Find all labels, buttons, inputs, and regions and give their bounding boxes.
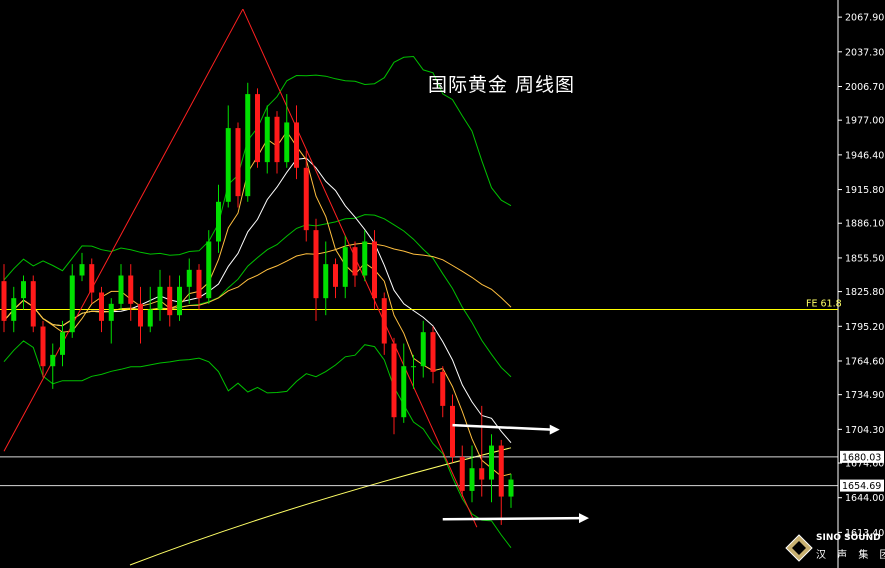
sino-sound-logo: SINO SOUND 汉 声 集 团 — [784, 531, 885, 565]
arrow-shaft — [442, 516, 582, 521]
candle-body — [440, 371, 446, 406]
ma-short — [3, 130, 512, 477]
y-tick-label: 1795.20 — [845, 322, 884, 333]
y-tick-label: 1764.60 — [845, 356, 884, 367]
y-tick-label: 1825.80 — [845, 287, 884, 298]
chart-title: 国际黄金 周线图 — [428, 74, 576, 96]
candle-body — [469, 468, 475, 491]
price-marker-label: 1654.69 — [842, 481, 881, 492]
y-tick-label: 1977.00 — [845, 116, 884, 127]
y-tick-label: 2067.90 — [845, 13, 884, 24]
candle-body — [508, 479, 514, 497]
candle-body — [479, 468, 485, 480]
fib-label: FE 61.8 — [806, 299, 842, 310]
candle-body — [245, 94, 251, 197]
candle-body — [420, 332, 426, 367]
candle-body — [430, 332, 436, 372]
candle-body — [333, 264, 338, 287]
candle-body — [411, 366, 416, 368]
candle-body — [99, 292, 104, 321]
ma-fast — [3, 157, 512, 444]
y-tick-label: 2037.30 — [845, 47, 884, 58]
y-tick-label: 1704.30 — [845, 425, 884, 436]
arrow-head — [549, 424, 560, 435]
candle-body — [498, 445, 504, 497]
candle-body — [69, 275, 75, 333]
candle-body — [21, 281, 26, 299]
candle-body — [391, 343, 397, 418]
candle-body — [108, 303, 114, 321]
candle-body — [459, 456, 465, 491]
y-tick-label: 1946.40 — [845, 150, 884, 161]
candle-body — [79, 264, 85, 276]
candle-body — [362, 241, 368, 276]
candle-body — [255, 94, 260, 163]
candle-body — [264, 116, 270, 163]
candle-body — [50, 354, 56, 367]
candle-body — [235, 128, 241, 197]
candle-body — [294, 122, 299, 168]
candle-body — [216, 201, 221, 242]
candle-body — [1, 281, 7, 321]
candle-body — [147, 309, 153, 327]
candle-body — [138, 303, 143, 327]
candle-body — [118, 275, 124, 304]
arrow-head — [579, 513, 589, 524]
candle-body — [167, 286, 173, 316]
candle-body — [196, 269, 202, 299]
candle-body — [225, 128, 231, 202]
candle-body — [323, 264, 329, 299]
long-term-ma — [129, 447, 512, 566]
candle-body — [401, 366, 407, 418]
ma-slow — [3, 242, 512, 327]
y-tick-label: 1855.50 — [845, 253, 884, 264]
candle-body — [157, 286, 163, 310]
bollinger-lower — [3, 340, 512, 549]
candle-body — [274, 116, 280, 163]
candle-body — [40, 326, 46, 367]
candle-body — [303, 167, 309, 231]
trend-line-up — [3, 8, 244, 452]
price-marker-label: 1680.03 — [842, 452, 881, 463]
candle-body — [489, 445, 494, 480]
y-tick-label: 1886.10 — [845, 219, 884, 230]
y-tick-label: 1915.80 — [845, 185, 884, 196]
candle-body — [206, 241, 212, 299]
candle-body — [89, 264, 95, 293]
candle-body — [313, 230, 319, 299]
candle-body — [352, 247, 358, 276]
candle-body — [450, 405, 455, 457]
arrow-shaft — [452, 423, 552, 431]
candle-body — [186, 269, 192, 287]
candle-body — [11, 298, 17, 321]
candle-body — [128, 275, 134, 304]
candle-body — [372, 241, 377, 299]
y-tick-label: 1644.00 — [845, 493, 884, 504]
candle-body — [381, 298, 387, 344]
candle-body — [177, 286, 182, 316]
candle-body — [60, 332, 65, 355]
candle-body — [342, 247, 348, 287]
y-tick-label: 1734.90 — [845, 390, 884, 401]
y-tick-label: 2006.70 — [845, 82, 884, 93]
candle-body — [30, 281, 36, 327]
candle-body — [284, 122, 290, 163]
